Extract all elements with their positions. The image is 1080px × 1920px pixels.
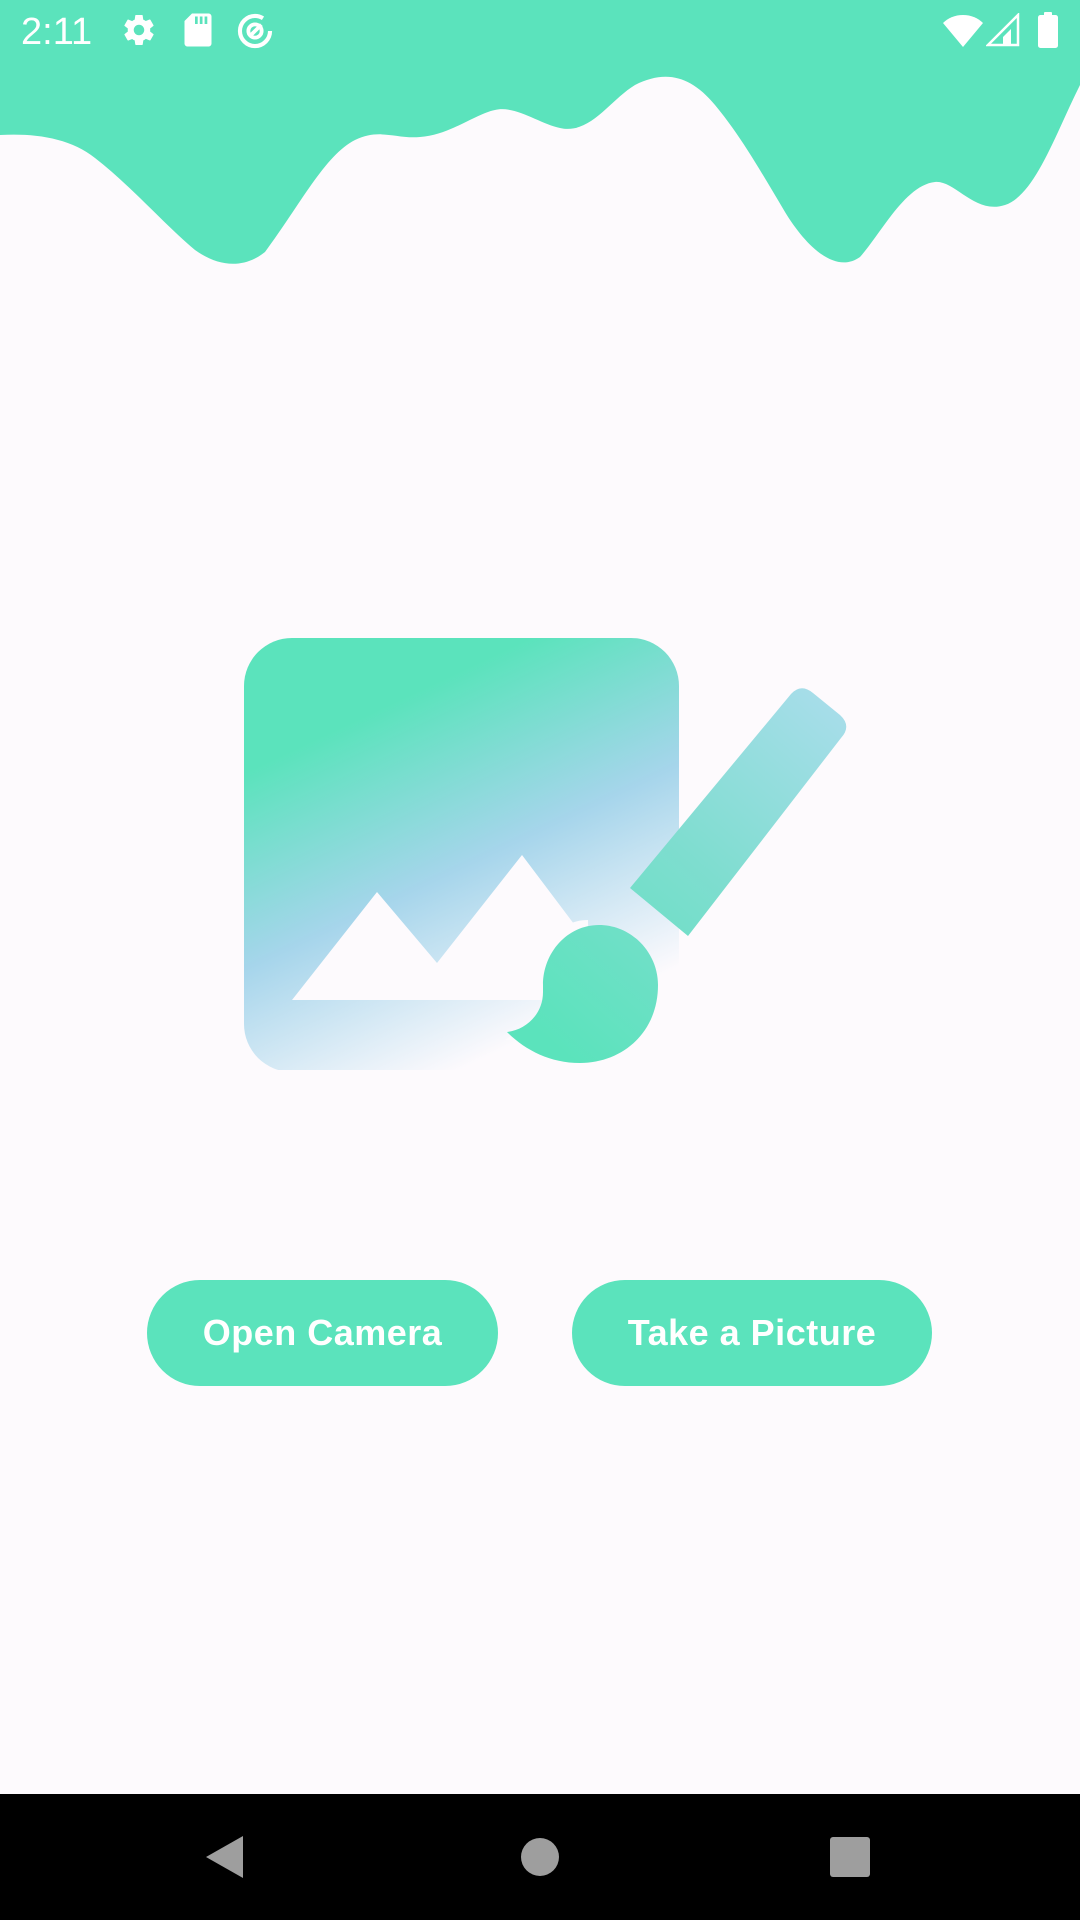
cell-signal-icon [986,13,1020,47]
image-edit-icon [244,638,847,1070]
back-icon [206,1836,243,1878]
back-button[interactable] [145,1794,305,1920]
navigation-bar [0,1794,1080,1920]
screen: 2:11 Open Camera Take a Picture [0,0,1080,1920]
recents-button[interactable] [770,1794,930,1920]
take-picture-button[interactable]: Take a Picture [572,1280,932,1386]
status-time: 2:11 [21,11,93,53]
open-camera-button[interactable]: Open Camera [147,1280,498,1386]
status-bar: 2:11 [0,0,1080,64]
wifi-icon [943,15,983,47]
home-button[interactable] [460,1794,620,1920]
sd-card-icon [184,13,212,47]
home-icon [521,1838,559,1876]
battery-icon [1038,12,1058,48]
settings-gear-icon [124,15,154,45]
recents-icon [830,1837,870,1877]
data-saver-icon [237,13,273,49]
